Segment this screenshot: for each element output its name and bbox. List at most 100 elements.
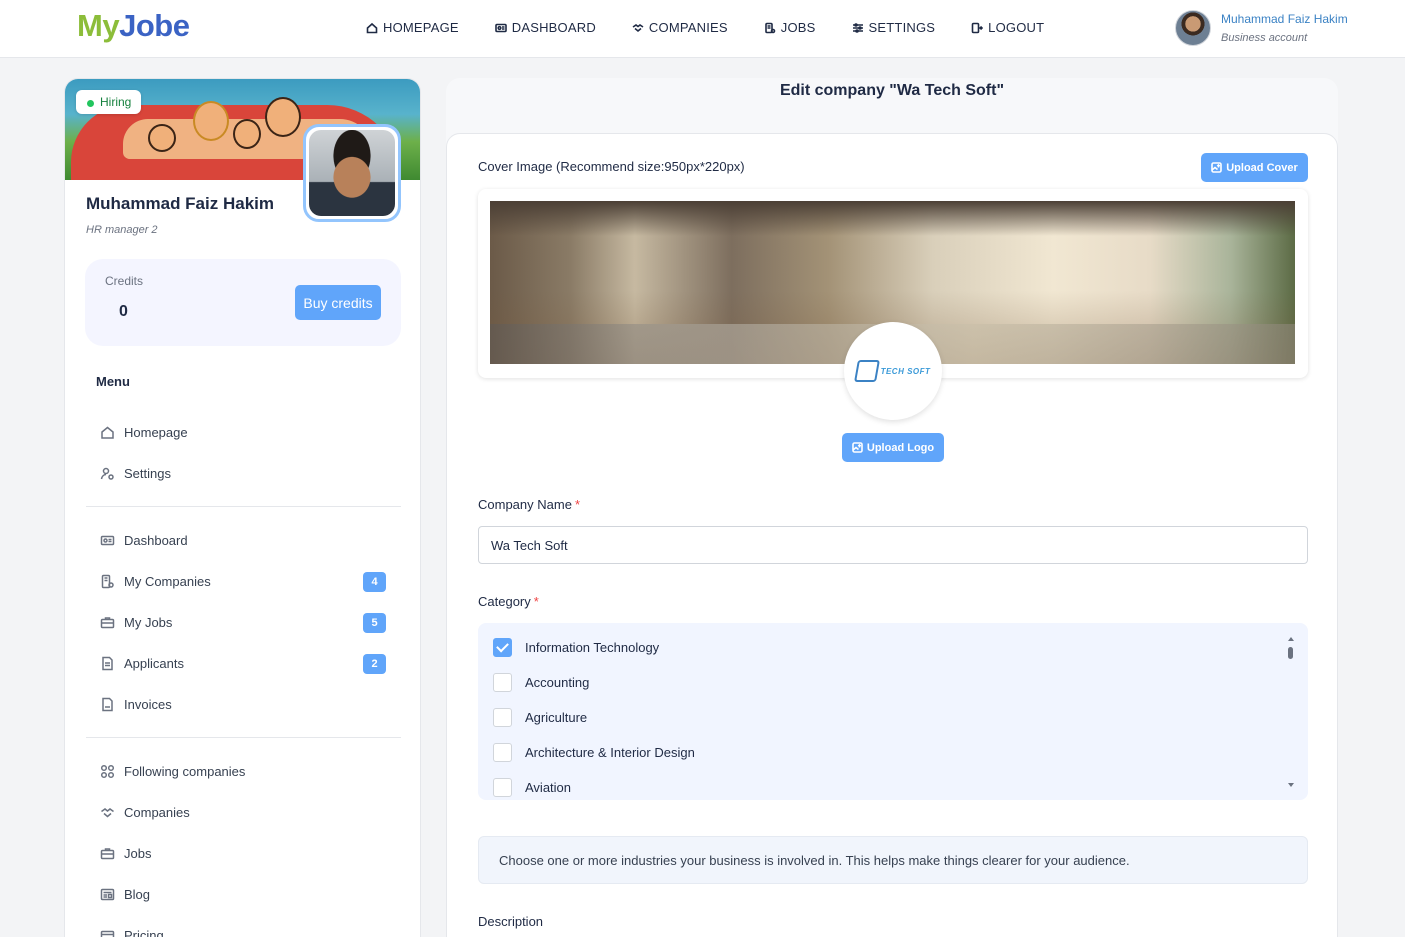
category-scrollbar[interactable] bbox=[1286, 637, 1296, 787]
page-title: Edit company "Wa Tech Soft" bbox=[779, 82, 1005, 99]
checkbox[interactable] bbox=[493, 673, 512, 692]
checkbox-checked[interactable] bbox=[493, 638, 512, 657]
top-navbar: MyJobe HOMEPAGE DASHBOARD COMPANIES JOBS… bbox=[0, 0, 1405, 58]
category-hint: Choose one or more industries your busin… bbox=[478, 836, 1308, 884]
user-name: Muhammad Faiz Hakim bbox=[1221, 12, 1348, 26]
checkbox[interactable] bbox=[493, 778, 512, 797]
nav-logout-label: LOGOUT bbox=[988, 20, 1045, 35]
briefcase-icon bbox=[100, 848, 115, 860]
menu-divider bbox=[86, 737, 401, 738]
category-option[interactable]: Agriculture bbox=[493, 708, 587, 727]
required-marker: * bbox=[574, 497, 580, 512]
sidebar-item-following-companies[interactable]: Following companies bbox=[100, 764, 386, 779]
account-type: Business account bbox=[1221, 32, 1308, 44]
sidebar-item-applicants[interactable]: Applicants 2 bbox=[100, 654, 386, 674]
sidebar-item-invoices[interactable]: Invoices bbox=[100, 697, 386, 712]
scrollbar-thumb[interactable] bbox=[1288, 647, 1293, 659]
nav-settings[interactable]: SETTINGS bbox=[852, 20, 936, 35]
home-icon bbox=[366, 22, 378, 33]
category-label: Category * bbox=[478, 594, 539, 609]
logout-icon bbox=[971, 22, 984, 33]
sidebar-item-label: Following companies bbox=[124, 764, 246, 779]
company-name-input[interactable] bbox=[478, 526, 1308, 564]
upload-logo-button[interactable]: Upload Logo bbox=[842, 433, 944, 462]
user-settings-icon bbox=[100, 467, 114, 480]
sidebar-item-label: Blog bbox=[124, 887, 151, 902]
description-label: Description bbox=[478, 914, 544, 929]
checkbox[interactable] bbox=[493, 743, 512, 762]
nav-logout[interactable]: LOGOUT bbox=[971, 20, 1044, 35]
sidebar-item-label: Invoices bbox=[124, 697, 172, 712]
pricing-icon bbox=[100, 930, 115, 937]
category-option-label: Aviation bbox=[525, 780, 572, 795]
jobs-icon bbox=[764, 22, 776, 33]
nav-companies[interactable]: COMPANIES bbox=[632, 20, 728, 35]
building-icon bbox=[101, 574, 114, 589]
pdf-icon bbox=[102, 697, 113, 712]
sidebar-item-settings[interactable]: Settings bbox=[100, 466, 386, 481]
checkbox[interactable] bbox=[493, 708, 512, 727]
app-logo[interactable]: MyJobe bbox=[77, 8, 190, 44]
sidebar-item-label: Companies bbox=[124, 805, 190, 820]
sidebar-item-pricing[interactable]: Pricing bbox=[100, 928, 386, 937]
sidebar-item-jobs[interactable]: Jobs bbox=[100, 846, 386, 861]
illustration-face bbox=[193, 101, 229, 141]
category-option-label: Architecture & Interior Design bbox=[525, 745, 695, 760]
sidebar-item-label: Jobs bbox=[124, 846, 152, 861]
scroll-up-arrow-icon[interactable] bbox=[1288, 637, 1294, 641]
count-badge: 5 bbox=[363, 613, 386, 633]
logo-part-jobe: Jobe bbox=[119, 8, 190, 43]
category-option[interactable]: Information Technology bbox=[493, 638, 659, 657]
edit-company-form: Cover Image (Recommend size:950px*220px)… bbox=[446, 133, 1338, 937]
sidebar-item-blog[interactable]: Blog bbox=[100, 887, 386, 902]
nav-homepage[interactable]: HOMEPAGE bbox=[366, 20, 459, 35]
category-list[interactable]: Information Technology Accounting Agricu… bbox=[478, 623, 1308, 800]
profile-avatar[interactable] bbox=[303, 124, 401, 222]
company-logo-mark bbox=[853, 360, 880, 382]
sidebar-item-my-jobs[interactable]: My Jobs 5 bbox=[100, 613, 386, 633]
image-upload-icon bbox=[852, 442, 863, 453]
category-label-text: Category bbox=[478, 594, 531, 609]
credits-label: Credits bbox=[105, 274, 144, 288]
upload-cover-label: Upload Cover bbox=[1226, 161, 1298, 174]
illustration-face bbox=[233, 119, 261, 149]
sliders-icon bbox=[852, 22, 863, 33]
sidebar-item-companies[interactable]: Companies bbox=[100, 805, 386, 820]
sidebar-item-label: Settings bbox=[124, 466, 171, 481]
category-option-label: Information Technology bbox=[525, 640, 660, 655]
company-name-label: Company Name * bbox=[478, 497, 580, 512]
credits-value: 0 bbox=[119, 303, 128, 320]
home-icon bbox=[101, 426, 114, 439]
status-badge: Hiring bbox=[76, 90, 142, 114]
category-option[interactable]: Accounting bbox=[493, 673, 589, 692]
upload-cover-button[interactable]: Upload Cover bbox=[1201, 153, 1308, 182]
profile-role: HR manager 2 bbox=[86, 224, 158, 236]
handshake-icon bbox=[101, 808, 114, 818]
company-logo: TECH SOFT bbox=[844, 322, 942, 420]
sidebar-item-dashboard[interactable]: Dashboard bbox=[100, 533, 386, 548]
illustration-face bbox=[265, 97, 301, 137]
sidebar-item-homepage[interactable]: Homepage bbox=[100, 425, 386, 440]
user-menu[interactable]: Muhammad Faiz Hakim Business account bbox=[1175, 10, 1348, 46]
main-content: Edit company "Wa Tech Soft" Cover Image … bbox=[446, 78, 1338, 937]
sidebar-item-label: Pricing bbox=[124, 928, 164, 937]
sidebar-item-label: Applicants bbox=[124, 656, 184, 671]
nav-jobs[interactable]: JOBS bbox=[764, 20, 816, 35]
nav-dashboard-label: DASHBOARD bbox=[511, 20, 596, 35]
category-option[interactable]: Architecture & Interior Design bbox=[493, 743, 695, 762]
briefcase-icon bbox=[100, 617, 115, 629]
nav-dashboard[interactable]: DASHBOARD bbox=[494, 20, 596, 35]
required-marker: * bbox=[533, 594, 539, 609]
sidebar-item-my-companies[interactable]: My Companies 4 bbox=[100, 572, 386, 592]
illustration-face bbox=[148, 124, 176, 152]
scroll-down-arrow-icon[interactable] bbox=[1288, 783, 1294, 787]
credits-card: Credits 0 Buy credits bbox=[85, 259, 401, 346]
profile-name: Muhammad Faiz Hakim bbox=[86, 194, 274, 213]
main-nav: HOMEPAGE DASHBOARD COMPANIES JOBS SETTIN… bbox=[366, 20, 1044, 35]
sidebar-item-label: Homepage bbox=[124, 425, 188, 440]
category-option[interactable]: Aviation bbox=[493, 778, 571, 797]
cover-image-label: Cover Image (Recommend size:950px*220px) bbox=[478, 159, 745, 174]
dashboard-icon bbox=[100, 535, 115, 546]
buy-credits-button[interactable]: Buy credits bbox=[295, 285, 381, 320]
upload-logo-label: Upload Logo bbox=[866, 441, 935, 454]
